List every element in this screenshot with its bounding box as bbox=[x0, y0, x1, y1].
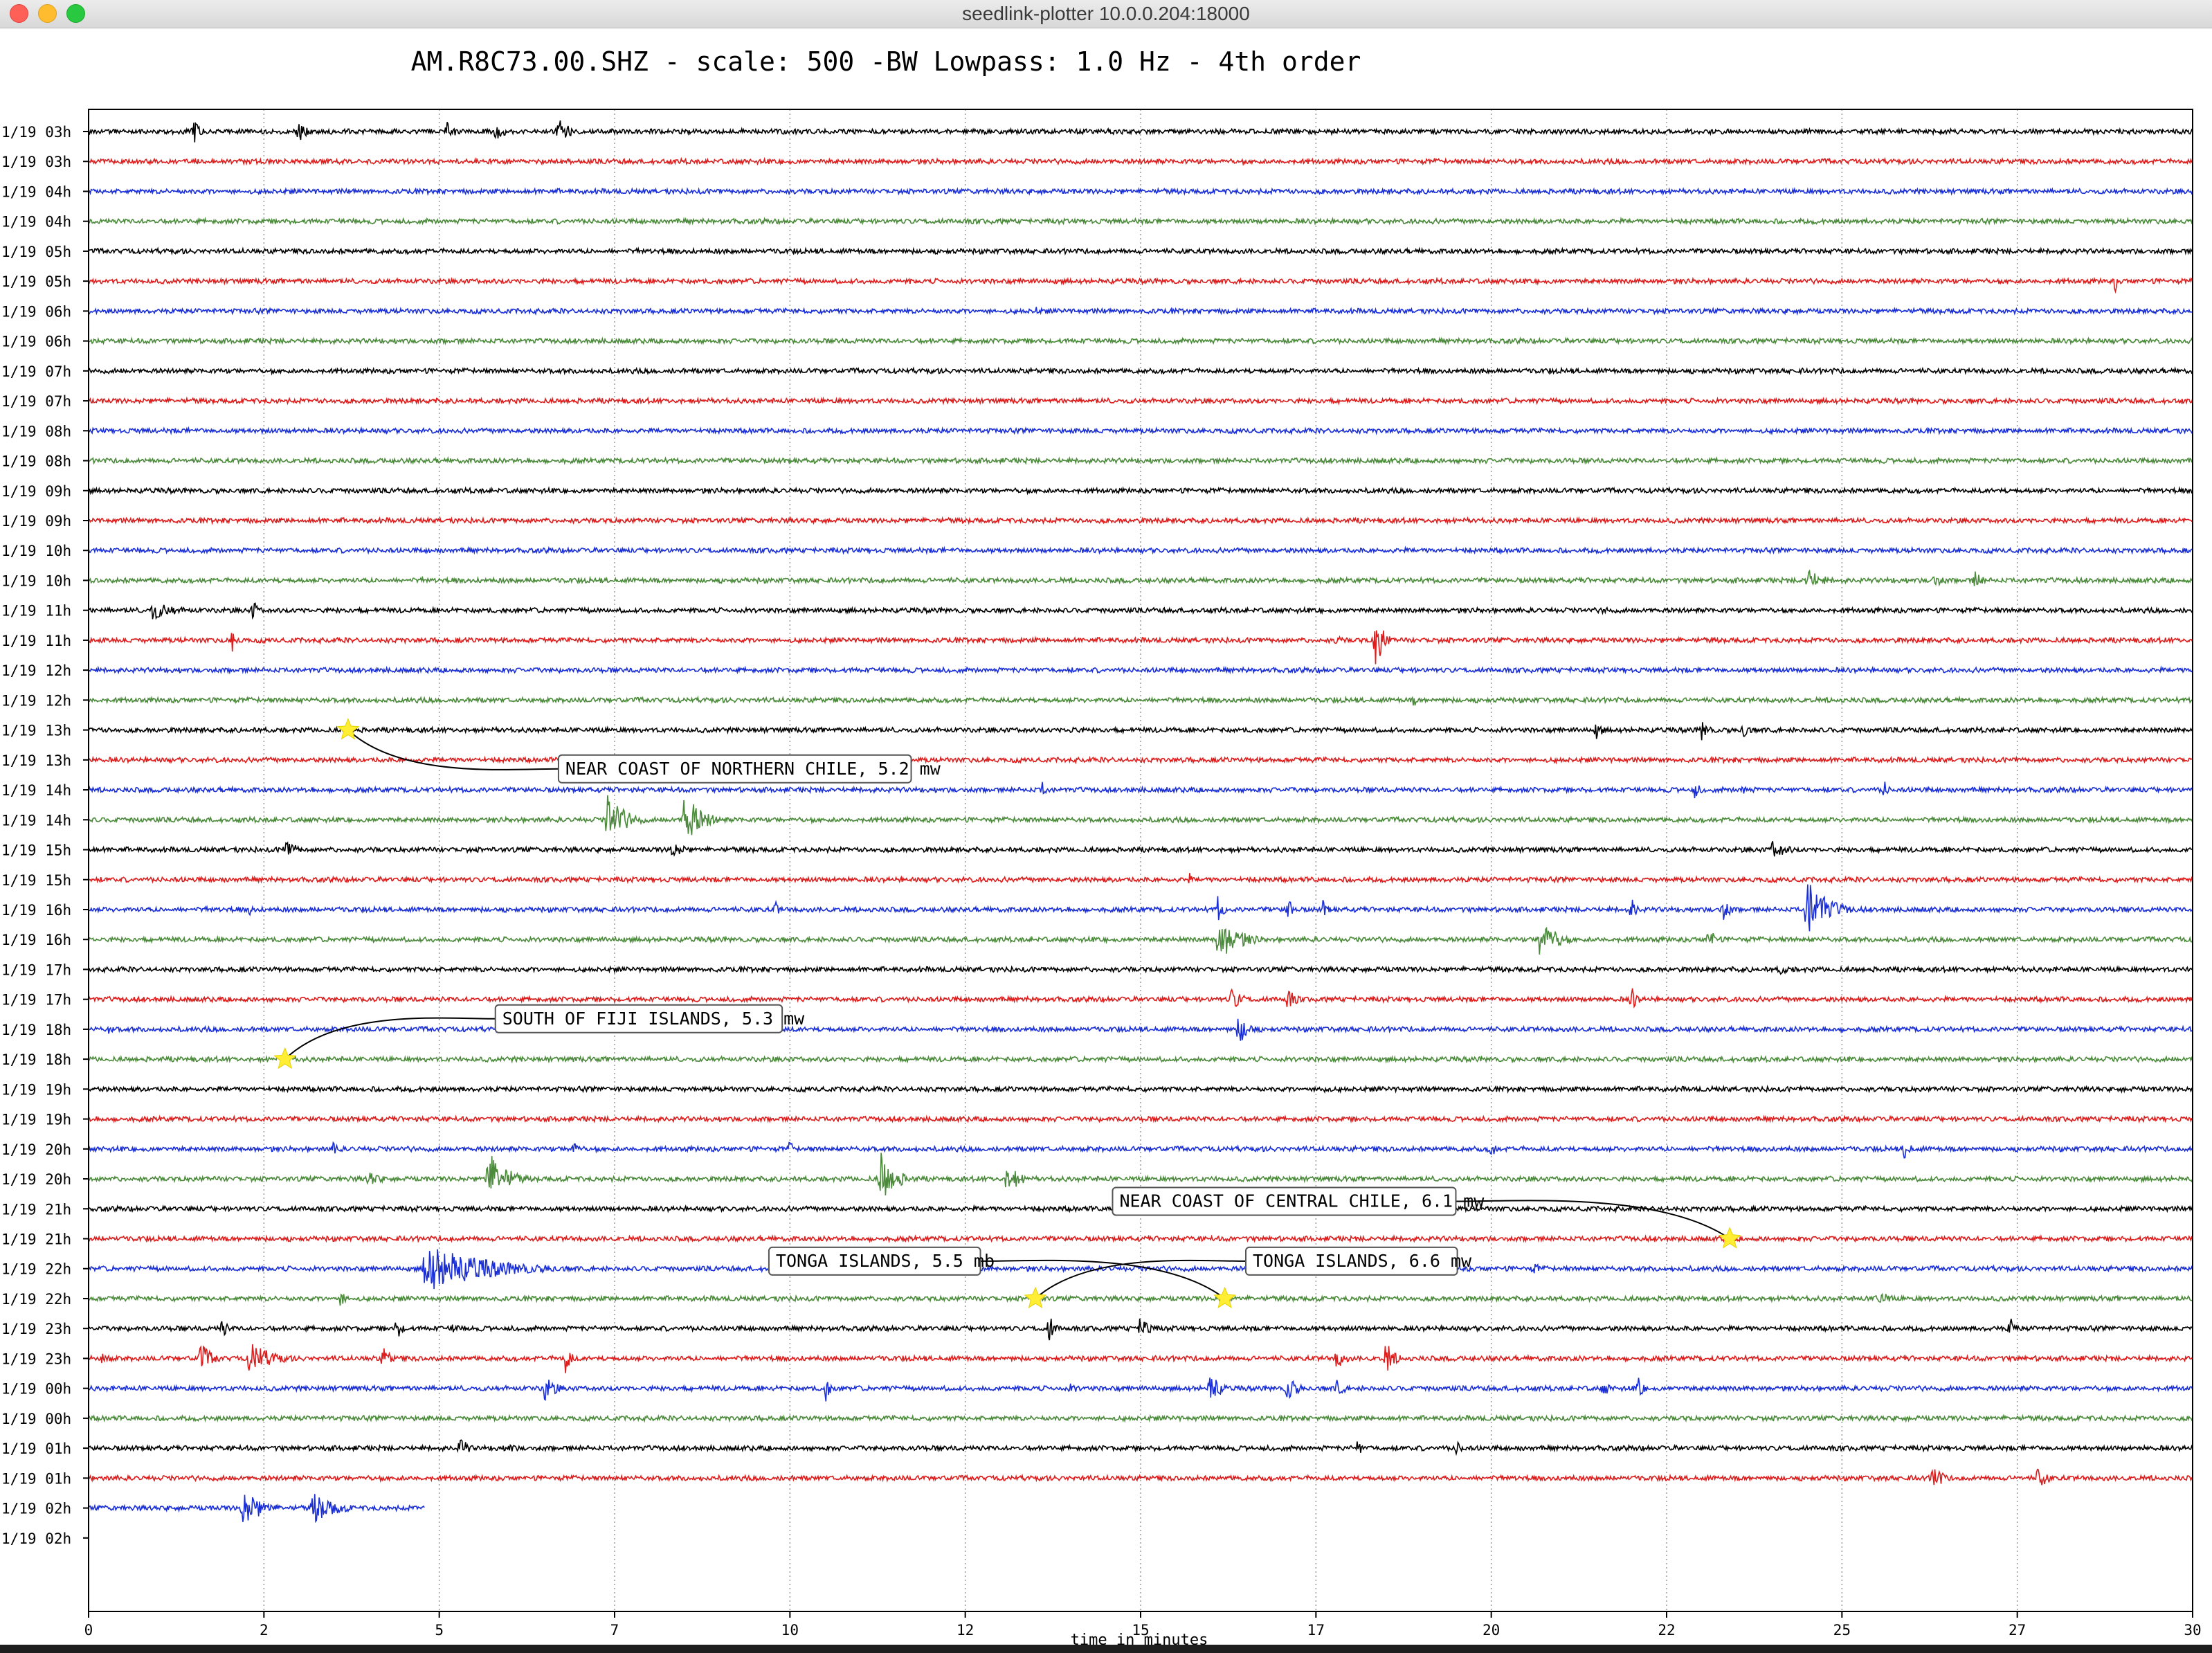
x-tick-label: 2 bbox=[260, 1622, 269, 1638]
row-time-label: 1/19 06h bbox=[1, 334, 71, 350]
row-time-label: 1/19 20h bbox=[1, 1171, 71, 1188]
row-time-label: 1/19 23h bbox=[1, 1321, 71, 1337]
row-time-label: 1/19 04h bbox=[1, 214, 71, 231]
x-tick-label: 12 bbox=[957, 1622, 974, 1638]
annotation-label: TONGA ISLANDS, 6.6 mw bbox=[1253, 1251, 1472, 1271]
annotation-label: NEAR COAST OF CENTRAL CHILE, 6.1 mw bbox=[1119, 1191, 1485, 1211]
x-tick-label: 25 bbox=[1833, 1622, 1851, 1638]
row-time-label: 1/19 05h bbox=[1, 244, 71, 260]
row-time-label: 1/19 10h bbox=[1, 543, 71, 559]
x-tick-label: 27 bbox=[2009, 1622, 2026, 1638]
annotation-label: SOUTH OF FIJI ISLANDS, 5.3 mw bbox=[502, 1009, 805, 1029]
row-time-label: 1/19 23h bbox=[1, 1351, 71, 1367]
x-tick-label: 17 bbox=[1307, 1622, 1325, 1638]
row-time-label: 1/19 01h bbox=[1, 1440, 71, 1457]
row-time-label: 1/19 20h bbox=[1, 1141, 71, 1158]
row-time-label: 1/19 22h bbox=[1, 1261, 71, 1278]
row-time-label: 1/19 15h bbox=[1, 872, 71, 889]
row-time-label: 1/19 09h bbox=[1, 513, 71, 530]
row-time-label: 1/19 11h bbox=[1, 603, 71, 620]
chart-title: AM.R8C73.00.SHZ - scale: 500 -BW Lowpass… bbox=[411, 46, 1361, 77]
row-time-label: 1/19 05h bbox=[1, 273, 71, 290]
row-time-label: 1/19 08h bbox=[1, 423, 71, 440]
row-time-label: 1/19 18h bbox=[1, 1051, 71, 1068]
window-title: seedlink-plotter 10.0.0.204:18000 bbox=[962, 3, 1250, 24]
row-time-label: 1/19 14h bbox=[1, 782, 71, 799]
x-tick-label: 10 bbox=[781, 1622, 799, 1638]
row-time-label: 1/19 16h bbox=[1, 902, 71, 919]
row-time-label: 1/19 07h bbox=[1, 363, 71, 380]
app-window: seedlink-plotter 10.0.0.204:18000 AM.R8C… bbox=[0, 0, 2212, 1653]
row-time-label: 1/19 14h bbox=[1, 812, 71, 829]
row-time-label: 1/19 06h bbox=[1, 303, 71, 320]
row-time-label: 1/19 11h bbox=[1, 633, 71, 649]
annotation-label: TONGA ISLANDS, 5.5 mb bbox=[776, 1251, 995, 1271]
row-time-label: 1/19 19h bbox=[1, 1112, 71, 1128]
row-time-labels: 1/19 03h 1/19 03h 1/19 04h 1/19 04h 1/19 05h… bbox=[1, 124, 89, 1547]
x-tick-label: 0 bbox=[84, 1622, 93, 1638]
row-time-label: 1/19 15h bbox=[1, 842, 71, 859]
row-time-label: 1/19 10h bbox=[1, 572, 71, 589]
x-tick-label: 5 bbox=[435, 1622, 444, 1638]
row-time-label: 1/19 13h bbox=[1, 752, 71, 769]
row-time-label: 1/19 18h bbox=[1, 1022, 71, 1038]
row-time-label: 1/19 03h bbox=[1, 124, 71, 141]
row-time-label: 1/19 03h bbox=[1, 154, 71, 170]
row-time-label: 1/19 08h bbox=[1, 453, 71, 470]
title-bar[interactable]: seedlink-plotter 10.0.0.204:18000 bbox=[0, 0, 2212, 28]
row-time-label: 1/19 01h bbox=[1, 1470, 71, 1487]
x-tick-label: 30 bbox=[2184, 1622, 2201, 1638]
row-time-label: 1/19 00h bbox=[1, 1381, 71, 1398]
row-time-label: 1/19 16h bbox=[1, 932, 71, 948]
window-bottom-edge bbox=[0, 1645, 2212, 1653]
row-time-label: 1/19 19h bbox=[1, 1081, 71, 1098]
row-time-label: 1/19 22h bbox=[1, 1291, 71, 1308]
row-time-label: 1/19 21h bbox=[1, 1231, 71, 1248]
seismogram-plot: AM.R8C73.00.SHZ - scale: 500 -BW Lowpass… bbox=[1, 46, 2202, 1645]
x-tick-label: 22 bbox=[1658, 1622, 1675, 1638]
row-time-label: 1/19 04h bbox=[1, 183, 71, 200]
row-time-label: 1/19 07h bbox=[1, 393, 71, 410]
x-tick-label: 7 bbox=[610, 1622, 619, 1638]
row-time-label: 1/19 17h bbox=[1, 961, 71, 978]
row-time-label: 1/19 12h bbox=[1, 692, 71, 709]
row-time-label: 1/19 02h bbox=[1, 1501, 71, 1517]
annotation-label: NEAR COAST OF NORTHERN CHILE, 5.2 mw bbox=[565, 759, 941, 779]
x-axis-label: time in minutes bbox=[1071, 1632, 1208, 1645]
row-time-label: 1/19 02h bbox=[1, 1530, 71, 1547]
row-time-label: 1/19 12h bbox=[1, 662, 71, 679]
row-time-label: 1/19 21h bbox=[1, 1201, 71, 1218]
row-time-label: 1/19 13h bbox=[1, 723, 71, 739]
row-time-label: 1/19 17h bbox=[1, 992, 71, 1009]
x-tick-label: 20 bbox=[1483, 1622, 1500, 1638]
row-time-label: 1/19 00h bbox=[1, 1411, 71, 1427]
row-time-label: 1/19 09h bbox=[1, 483, 71, 500]
